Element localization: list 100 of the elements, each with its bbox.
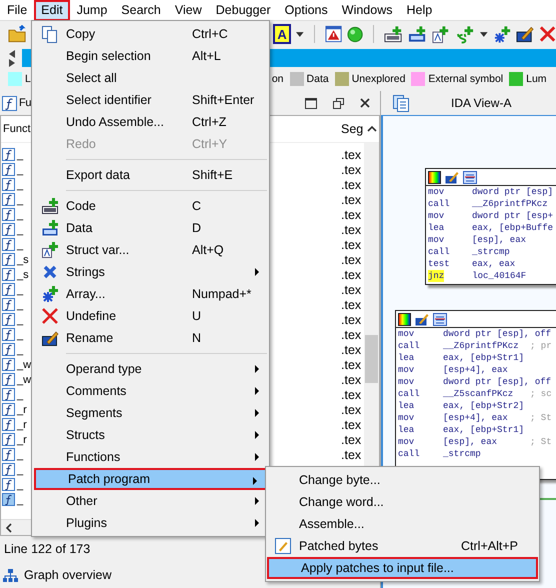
menu-item[interactable]: Struct var... Alt+Q [34,239,267,261]
code-block[interactable] [395,310,556,480]
menu-item[interactable]: Undo Assemble... Ctrl+Z [34,111,267,133]
delete-icon [42,308,58,324]
array-plus-icon[interactable] [492,24,511,44]
menu-bar-item[interactable]: Edit [34,0,70,20]
menu-item[interactable]: Code C [34,195,267,217]
menu-item[interactable]: Change word... [267,491,538,513]
function-name[interactable]: _ [17,208,24,220]
menu-bar-item[interactable]: Windows [334,0,400,20]
folder-icon[interactable] [8,25,28,43]
code-mnemonic: mov [428,210,446,222]
submenu-arrow-icon [253,477,257,485]
menu-item[interactable]: Change byte... [267,469,538,491]
strings-plus-icon[interactable] [455,24,476,44]
rename-pencil-icon[interactable] [415,312,429,326]
menu-item[interactable]: Rename N [34,327,267,349]
function-name[interactable]: _ [17,448,24,460]
functions-tab[interactable]: Fu [2,96,32,110]
list-icon[interactable] [433,312,447,326]
column-header[interactable]: Funct [1,123,31,135]
function-name[interactable]: _r [17,434,27,446]
code-operand: [esp], eax [443,436,498,448]
maximize-icon[interactable] [305,98,317,108]
menu-item[interactable]: Select identifier Shift+Enter [34,89,267,111]
navigation-arrows-icon[interactable] [8,49,16,67]
function-name[interactable]: _r [17,418,27,430]
function-name[interactable]: _ [17,298,24,310]
menu-bar-item[interactable]: Debugger [208,0,278,20]
menu-item[interactable]: Undefine U [34,305,267,327]
font-a-button[interactable]: A [272,24,292,44]
menu-item[interactable]: Structs [34,424,267,446]
code-operand: __Z6printfPKcz [472,198,548,210]
function-name[interactable]: _ [17,224,24,236]
menu-item[interactable]: Array... Numpad+* [34,283,267,305]
menu-bar-item[interactable]: File [0,0,34,20]
menu-bar-item[interactable]: Options [278,0,335,20]
restore-icon[interactable] [333,98,344,108]
function-name[interactable]: _r [17,404,27,416]
function-name[interactable]: _ [17,148,24,160]
menu-item[interactable]: Operand type [34,358,267,380]
function-name[interactable]: _ [17,284,24,296]
scroll-left-icon[interactable] [5,522,12,532]
struct-plus-icon[interactable] [432,24,450,44]
code-plus-icon[interactable] [384,24,404,44]
function-name[interactable]: _ [17,314,24,326]
menu-item[interactable]: Strings [34,261,267,283]
function-name[interactable]: _ [17,478,24,490]
function-name[interactable]: _s [17,268,29,280]
menu-bar-item[interactable]: Search [114,0,168,20]
function-name[interactable]: _w [17,358,32,370]
dropdown-caret-icon[interactable] [480,32,488,36]
menu-item[interactable]: Data D [34,217,267,239]
warning-window-icon[interactable] [324,25,342,43]
close-icon[interactable] [360,98,370,108]
menu-item[interactable]: Apply patches to input file... [267,557,538,579]
menu-item[interactable]: Begin selection Alt+L [34,45,267,67]
delete-icon[interactable] [538,25,556,43]
function-name[interactable]: _ [17,238,24,250]
graph-overview-tab[interactable]: Graph overview [0,562,116,588]
menu-item[interactable]: Segments [34,402,267,424]
menu-item[interactable]: Export data Shift+E [34,164,267,186]
menu-bar-item[interactable]: Jump [70,0,114,20]
function-name[interactable]: _ [17,328,24,340]
dropdown-caret-icon[interactable] [296,32,304,36]
menu-item[interactable]: Copy Ctrl+C [34,23,267,45]
function-name[interactable]: _ [17,164,24,176]
code-block[interactable]: mov dword ptr [esp] call __Z6printfPKcz mov dword ptr [esp+ lea eax, [ebp+Buffe mov [esp], eax call _strcmp test eax, eax jnz loc_40164F [425,168,556,285]
color-palette-icon[interactable] [428,170,441,184]
list-icon[interactable] [463,170,477,184]
rename-pencil-icon[interactable] [516,25,534,43]
function-name[interactable]: _s [17,254,29,266]
menu-item[interactable]: Plugins [34,512,267,534]
segment-cell: .tex [341,192,362,206]
function-name[interactable]: _ [17,388,24,400]
function-name[interactable]: _ [17,344,24,356]
function-name[interactable]: _w [17,374,32,386]
legend-label: Unexplored [352,73,406,85]
code-mnemonic: call [398,388,421,400]
submenu-arrow-icon [255,409,259,417]
menu-item[interactable]: Patched bytes Ctrl+Alt+P [267,535,538,557]
scroll-up-icon[interactable] [367,125,377,132]
menu-item[interactable]: Assemble... [267,513,538,535]
function-name[interactable]: _ [17,494,24,506]
menu-bar-item[interactable]: View [168,0,209,20]
menu-item[interactable]: Select all [34,67,267,89]
menu-bar-item[interactable]: Help [399,0,440,20]
menu-item[interactable]: Comments [34,380,267,402]
color-palette-icon[interactable] [398,312,411,326]
menu-item[interactable]: Patch program [34,468,267,490]
function-name[interactable]: _ [17,464,24,476]
circle-icon[interactable] [346,26,364,42]
function-name[interactable]: _ [17,194,24,206]
menu-item[interactable]: Other [34,490,267,512]
function-name[interactable]: _ [17,178,24,190]
menu-item[interactable]: Functions [34,446,267,468]
rename-pencil-icon[interactable] [445,170,459,184]
data-plus-icon[interactable] [408,24,428,44]
code-operand: eax, [ebp+Str1] [443,424,524,436]
column-header[interactable]: Seg [341,122,364,136]
